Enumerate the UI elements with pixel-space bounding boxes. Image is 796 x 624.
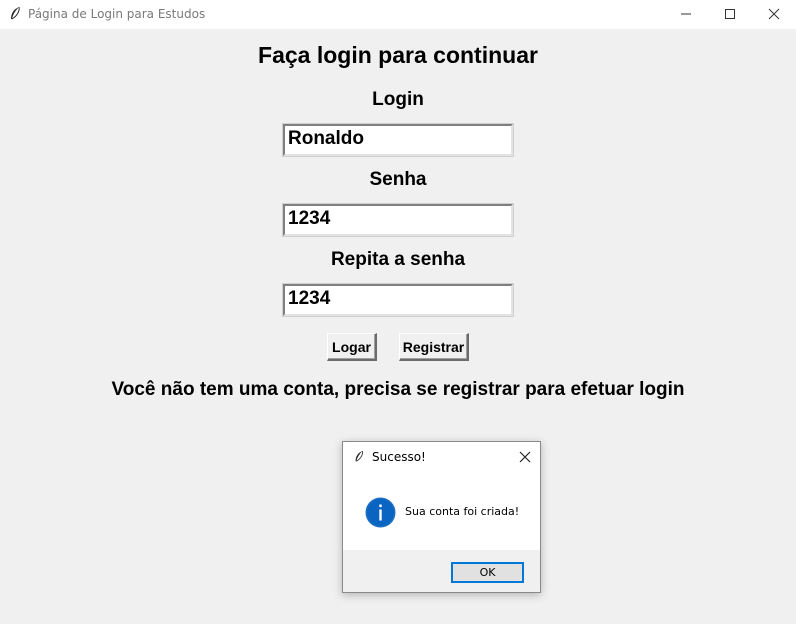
login-label: Login bbox=[372, 89, 424, 110]
repeat-password-input[interactable] bbox=[285, 286, 508, 312]
password-input[interactable] bbox=[285, 206, 508, 232]
password-label: Senha bbox=[369, 169, 427, 190]
window-title: Página de Login para Estudos bbox=[28, 7, 206, 21]
minimize-button[interactable] bbox=[664, 0, 708, 29]
repeat-password-label: Repita a senha bbox=[330, 249, 466, 270]
window-titlebar: Página de Login para Estudos bbox=[0, 0, 796, 29]
success-dialog: Sucesso! Sua conta foi criada! OK bbox=[342, 441, 541, 593]
feather-icon bbox=[8, 6, 22, 22]
login-entry[interactable] bbox=[282, 123, 514, 157]
page-title: Faça login para continuar bbox=[258, 42, 538, 68]
dialog-close-button[interactable] bbox=[513, 446, 537, 468]
dialog-title: Sucesso! bbox=[372, 450, 426, 464]
status-message: Você não tem uma conta, precisa se regis… bbox=[111, 379, 685, 400]
dialog-footer: OK bbox=[343, 550, 540, 592]
password-entry[interactable] bbox=[282, 203, 514, 237]
register-button[interactable]: Registrar bbox=[399, 333, 469, 361]
repeat-password-entry[interactable] bbox=[282, 283, 514, 317]
ok-button[interactable]: OK bbox=[451, 562, 524, 583]
feather-icon bbox=[353, 450, 365, 464]
login-button[interactable]: Logar bbox=[327, 333, 377, 361]
info-icon bbox=[365, 497, 396, 528]
login-input[interactable] bbox=[285, 126, 508, 152]
close-window-button[interactable] bbox=[752, 0, 796, 29]
maximize-button[interactable] bbox=[708, 0, 752, 29]
close-icon bbox=[519, 451, 531, 463]
dialog-message: Sua conta foi criada! bbox=[405, 505, 520, 518]
